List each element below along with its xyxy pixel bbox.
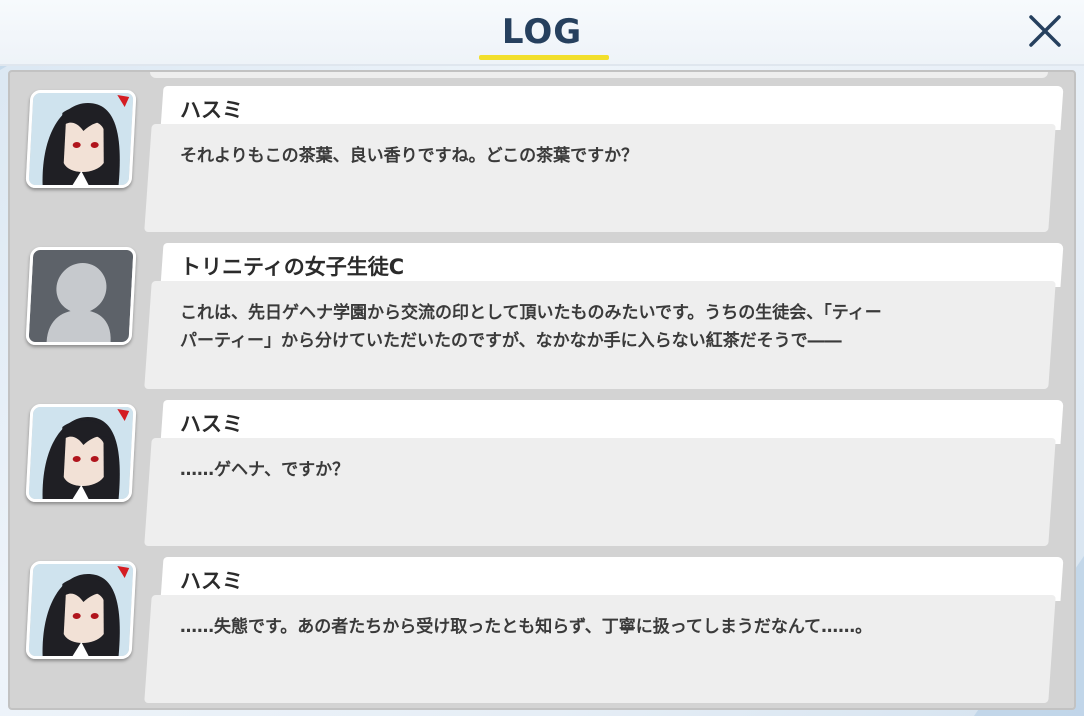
close-icon	[1029, 15, 1061, 47]
title-underline	[479, 55, 609, 60]
dialogue-line: ……失態です。あの者たちから受け取ったとも知らず、丁寧に扱ってしまうだなんて………	[180, 617, 873, 637]
close-button[interactable]	[1024, 10, 1066, 52]
speaker-name: トリニティの女子生徒C	[180, 255, 405, 279]
generic-avatar	[25, 247, 137, 345]
hasumi-avatar	[25, 90, 137, 188]
dialogue-line: それよりもこの茶葉、良い香りですね。どこの茶葉ですか？	[180, 146, 639, 166]
dialogue-line: これは、先日ゲヘナ学園から交流の印として頂いたものみたいです。うちの生徒会、「テ…	[180, 303, 882, 323]
log-entry: ハスミ それよりもこの茶葉、良い香りですね。どこの茶葉ですか？	[10, 86, 1074, 236]
hasumi-avatar	[25, 561, 137, 659]
log-list[interactable]: ハスミ それよりもこの茶葉、良い香りですね。どこの茶葉ですか？ トリニティの女子…	[8, 70, 1076, 710]
dialogue-line: ……ゲヘナ、ですか？	[180, 460, 350, 480]
previous-entry-edge	[150, 72, 1048, 78]
speaker-name: ハスミ	[180, 412, 243, 436]
page-title: LOG	[501, 12, 583, 52]
log-entry: ハスミ ……失態です。あの者たちから受け取ったとも知らず、丁寧に扱ってしまうだな…	[10, 557, 1074, 707]
hasumi-avatar	[25, 404, 137, 502]
log-entry: トリニティの女子生徒C これは、先日ゲヘナ学園から交流の印として頂いたものみたい…	[10, 243, 1074, 393]
log-entry: ハスミ ……ゲヘナ、ですか？	[10, 400, 1074, 550]
log-header: LOG	[0, 0, 1084, 66]
dialogue-line: パーティー」から分けていただいたのですが、なかなか手に入らない紅茶だそうで――	[180, 331, 842, 351]
speaker-name: ハスミ	[180, 98, 243, 122]
speaker-name: ハスミ	[180, 569, 243, 593]
